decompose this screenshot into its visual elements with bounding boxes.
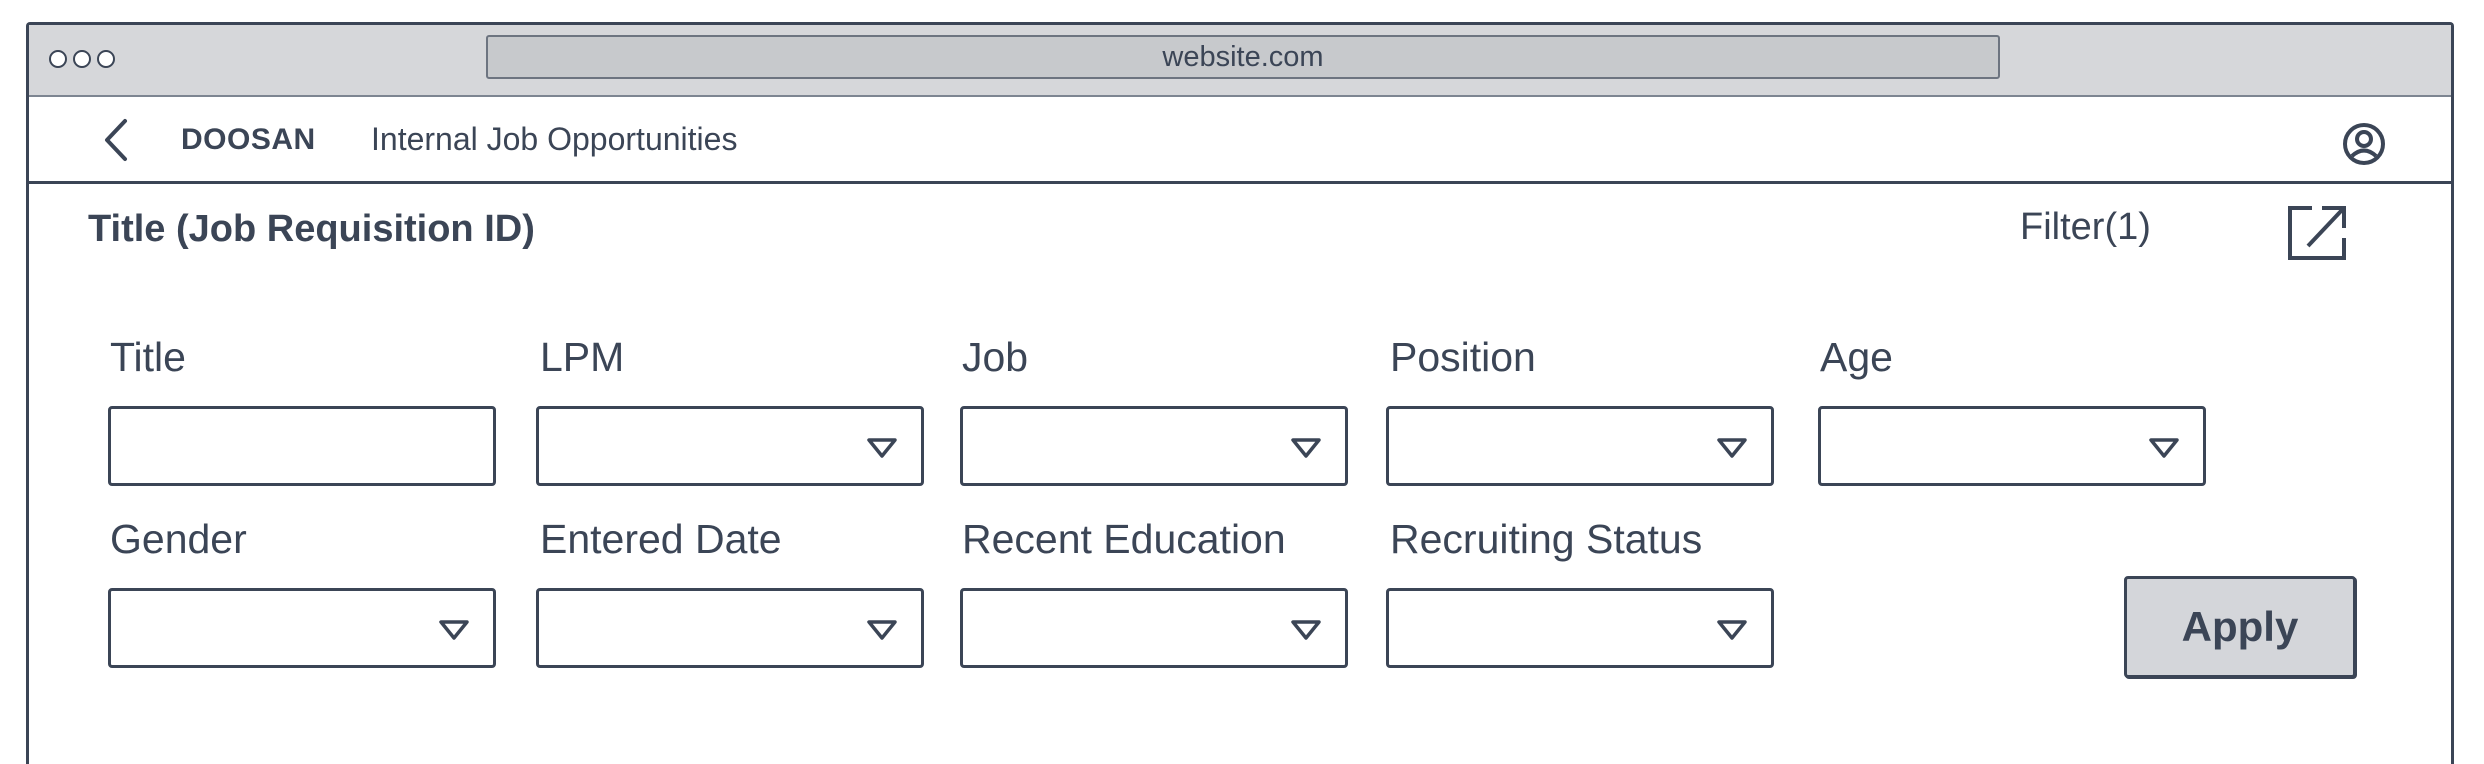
browser-titlebar: website.com (29, 25, 2451, 97)
lpm-label: LPM (540, 334, 625, 380)
external-link-icon[interactable] (2282, 200, 2352, 266)
job-label: Job (962, 334, 1029, 380)
recent-education-select[interactable] (960, 588, 1348, 668)
gender-label: Gender (110, 516, 247, 562)
dropdown-caret-icon (867, 438, 897, 458)
address-bar[interactable]: website.com (486, 35, 2000, 79)
gender-select[interactable] (108, 588, 496, 668)
position-label: Position (1390, 334, 1536, 380)
window-minimize-icon[interactable] (73, 50, 91, 68)
job-select[interactable] (960, 406, 1348, 486)
recruiting-status-select[interactable] (1386, 588, 1774, 668)
address-bar-url: website.com (1162, 40, 1324, 73)
window-maximize-icon[interactable] (97, 50, 115, 68)
profile-icon[interactable] (2339, 119, 2389, 169)
recruiting-status-label: Recruiting Status (1390, 516, 1703, 562)
dropdown-caret-icon (1291, 438, 1321, 458)
title-input[interactable] (108, 406, 496, 486)
brand-logo: DOOSAN (181, 123, 316, 156)
dropdown-caret-icon (439, 620, 469, 640)
dropdown-caret-icon (867, 620, 897, 640)
lpm-select[interactable] (536, 406, 924, 486)
window-close-icon[interactable] (49, 50, 67, 68)
entered-date-label: Entered Date (540, 516, 782, 562)
apply-button[interactable]: Apply (2124, 576, 2356, 678)
app-title: Internal Job Opportunities (371, 121, 738, 157)
filter-toggle[interactable]: Filter(1) (2020, 206, 2151, 249)
dropdown-caret-icon (1717, 620, 1747, 640)
recent-education-label: Recent Education (962, 516, 1286, 562)
back-icon[interactable] (95, 115, 135, 165)
age-label: Age (1820, 334, 1893, 380)
page-title: Title (Job Requisition ID) (88, 208, 535, 250)
title-label: Title (110, 334, 186, 380)
position-select[interactable] (1386, 406, 1774, 486)
dropdown-caret-icon (2149, 438, 2179, 458)
entered-date-select[interactable] (536, 588, 924, 668)
dropdown-caret-icon (1291, 620, 1321, 640)
dropdown-caret-icon (1717, 438, 1747, 458)
app-header: DOOSAN Internal Job Opportunities (29, 97, 2451, 184)
age-select[interactable] (1818, 406, 2206, 486)
